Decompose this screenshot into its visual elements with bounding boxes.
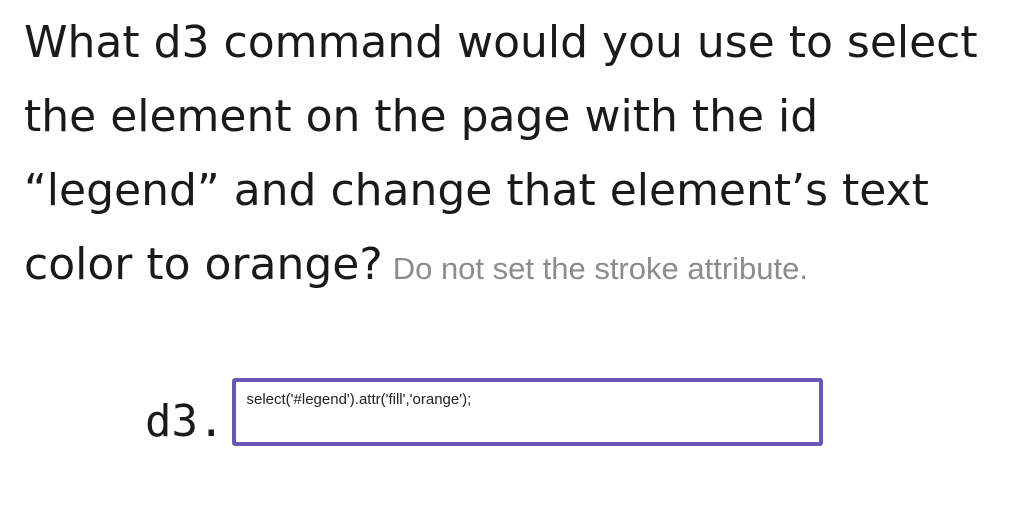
question-line-3: “legend” and change that element’s text (24, 165, 929, 216)
answer-input[interactable] (232, 378, 824, 446)
answer-prefix: d3. (145, 396, 225, 447)
question-line-2: the element on the page with the id (24, 91, 819, 142)
question-line-4-text: color to orange? (24, 239, 383, 290)
answer-row: d3. (145, 376, 824, 447)
question-line-1: What d3 command would you use to select (24, 17, 978, 68)
question-line-4: color to orange? Do not set the stroke at… (24, 228, 1024, 306)
question-text: What d3 command would you use to select … (24, 6, 1024, 306)
question-hint: Do not set the stroke attribute. (392, 251, 808, 286)
